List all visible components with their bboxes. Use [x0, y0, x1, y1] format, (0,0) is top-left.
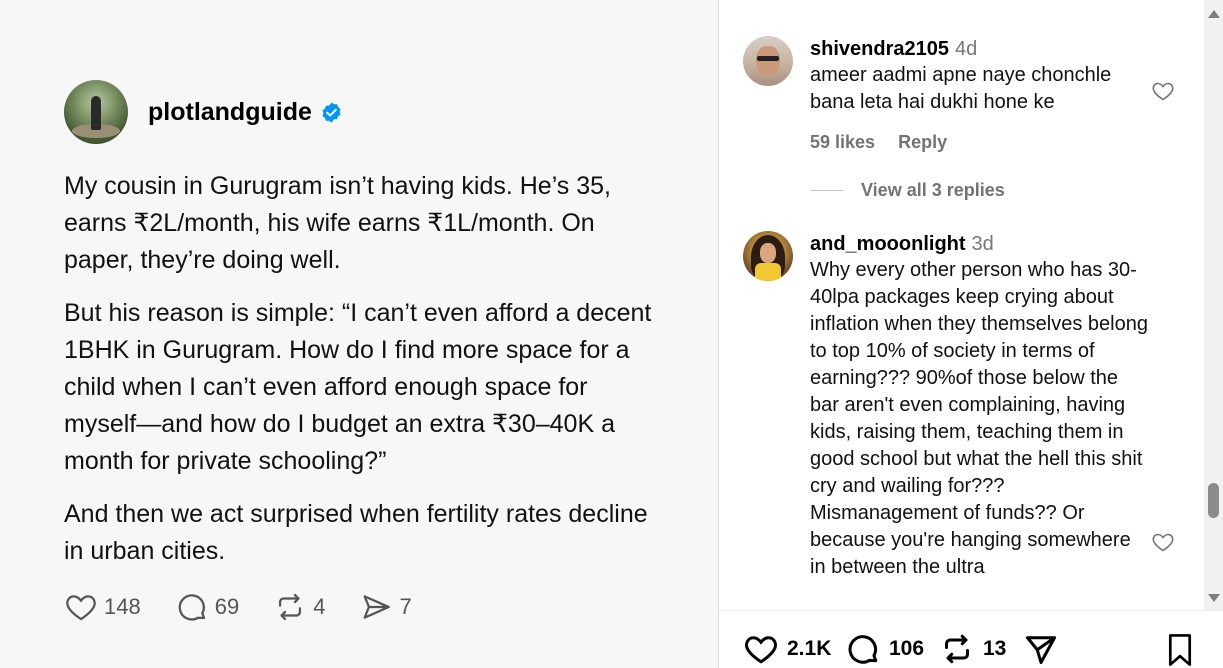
threads-post-view: plotlandguide My cousin in Gurugram isn’… [0, 0, 1223, 668]
comment-likes-count[interactable]: 59 likes [810, 132, 875, 152]
post-author-username[interactable]: plotlandguide [148, 98, 312, 127]
verified-badge-icon [322, 101, 341, 123]
post-paragraph: My cousin in Gurugram isn’t having kids.… [64, 172, 611, 274]
share-button[interactable] [1023, 631, 1067, 667]
scroll-down-arrow-icon[interactable] [1208, 594, 1220, 602]
comment-bubble-icon [848, 635, 878, 664]
heart-icon [745, 636, 777, 664]
comment-header: shivendra2105 4d [810, 36, 1150, 62]
post-share-count: 7 [399, 594, 412, 619]
like-count: 2.1K [787, 637, 832, 660]
comment-button[interactable]: 106 [845, 631, 924, 667]
post-actions: 148 69 4 7 [64, 590, 446, 624]
post-like-count: 148 [104, 594, 141, 619]
post-like-button[interactable]: 148 [64, 590, 141, 624]
commenter-avatar[interactable] [743, 36, 793, 86]
post-comment-button[interactable]: 69 [175, 590, 239, 624]
comment-text: ameer aadmi apne naye chonchle bana leta… [810, 64, 1112, 113]
repost-icon [279, 593, 302, 621]
comment-like-heart-icon[interactable] [1151, 79, 1175, 103]
comment-count: 106 [889, 637, 925, 660]
post-author-avatar[interactable] [64, 80, 128, 144]
scroll-up-arrow-icon[interactable] [1208, 10, 1220, 18]
repost-button[interactable]: 13 [939, 631, 1006, 667]
paper-plane-icon [363, 595, 391, 619]
paper-plane-icon [1026, 636, 1056, 664]
comment-content: and_mooonlight 3d Why every other person … [810, 231, 1150, 581]
repost-count: 13 [983, 637, 1007, 660]
comment-username[interactable]: and_mooonlight [810, 233, 966, 255]
post-header: plotlandguide [64, 80, 343, 144]
post-comment-count: 69 [214, 594, 240, 619]
comment-username[interactable]: shivendra2105 [810, 38, 949, 60]
comment-timestamp: 4d [954, 38, 978, 60]
comments-scrollbar[interactable] [1204, 0, 1223, 610]
comment-reply-button[interactable]: Reply [898, 132, 947, 152]
post-paragraph: And then we act surprised when fertility… [64, 500, 648, 565]
repost-icon [945, 634, 969, 664]
comments-pane[interactable]: shivendra2105 4d ameer aadmi apne naye ch… [719, 0, 1204, 610]
comment-meta: 59 likes Reply [810, 132, 1150, 153]
comment-header: and_mooonlight 3d [810, 231, 1150, 257]
comment-bubble-icon [178, 594, 205, 621]
like-button[interactable]: 2.1K [743, 631, 831, 667]
view-replies-label: View all 3 replies [861, 180, 1005, 200]
scrollbar-thumb[interactable] [1208, 483, 1219, 518]
post-share-button[interactable]: 7 [359, 590, 412, 624]
comment-timestamp: 3d [971, 233, 994, 255]
comment-text: Why every other person who has 30-40lpa … [810, 259, 1148, 578]
post-pane: plotlandguide My cousin in Gurugram isn’… [0, 0, 718, 668]
post-body: My cousin in Gurugram isn’t having kids.… [64, 168, 664, 586]
comment-content: shivendra2105 4d ameer aadmi apne naye ch… [810, 36, 1150, 153]
heart-icon [66, 595, 96, 621]
commenter-avatar[interactable] [743, 231, 793, 281]
comment-like-heart-icon[interactable] [1151, 530, 1175, 554]
bottom-action-bar: 2.1K 106 13 [719, 610, 1223, 668]
post-repost-count: 4 [313, 594, 326, 619]
bookmark-icon[interactable] [1165, 633, 1195, 667]
view-replies-link[interactable]: View all 3 replies [810, 180, 1005, 201]
post-repost-button[interactable]: 4 [273, 590, 325, 624]
post-paragraph: But his reason is simple: “I can’t even … [64, 299, 652, 475]
